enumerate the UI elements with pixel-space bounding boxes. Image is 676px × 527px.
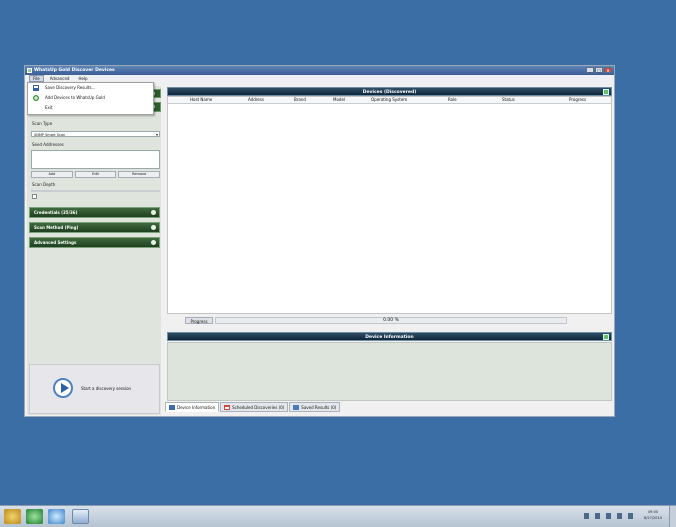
column-host-name[interactable]: Host Name [190,97,212,103]
devices-column-header: Host Name Address Brand Model Operating … [168,97,611,104]
play-icon[interactable] [53,378,73,398]
right-panel: Devices (Discovered) Host Name Address B… [165,86,614,415]
scan-depth-label: Scan Depth [32,182,56,187]
window-title: WhatsUp Gold Discover Devices [34,68,115,73]
menu-advanced[interactable]: Advanced [47,75,73,82]
left-panel: Scan Type SNMP Smart Scan ▾ Seed Address… [27,86,161,415]
plus-icon[interactable] [603,334,609,340]
tray-volume-icon[interactable] [617,513,622,519]
seed-buttons: Add Edit Remove [31,171,161,178]
add-icon [33,95,39,101]
progress-label: Progress [185,317,213,324]
title-bar: WhatsUp Gold Discover Devices _ □ × [25,66,614,75]
tray-flag-icon[interactable] [595,513,600,519]
progress-text: 0.00 % [383,318,399,323]
tray-network-icon[interactable] [606,513,611,519]
column-role[interactable]: Role [448,97,457,103]
save-icon [33,85,39,91]
section-credentials[interactable]: Credentials (35/36) [29,207,160,218]
start-discovery-label: Start a discovery session [81,386,132,391]
tab-scheduled-discoveries[interactable]: Scheduled Discoveries (0) [220,402,289,412]
whatsup-gold-icon[interactable] [26,509,43,524]
maximize-button[interactable]: □ [595,67,603,73]
device-info-area [167,342,612,401]
clock[interactable]: 09:00 8/27/2010 [640,509,666,521]
calendar-icon [224,405,231,410]
bottom-tabs: Device Information Scheduled Discoveries… [165,402,341,414]
device-info-header: Device Information [167,332,612,341]
section-advanced-settings[interactable]: Advanced Settings [29,237,160,248]
tab-device-information[interactable]: Device Information [165,402,220,412]
seed-addresses-input[interactable] [31,150,160,169]
plus-icon[interactable] [603,89,609,95]
info-icon [169,405,175,410]
tray-power-icon[interactable] [628,513,633,519]
column-model[interactable]: Model [333,97,345,103]
menu-item-exit[interactable]: Exit [28,103,153,113]
app-icon [27,68,32,73]
taskbar: 09:00 8/27/2010 [0,505,676,527]
chevron-down-icon: ▾ [155,132,158,137]
expand-icon [151,240,156,245]
edit-button[interactable]: Edit [74,171,117,178]
start-discovery-box[interactable]: Start a discovery session [29,364,160,414]
scan-type-label: Scan Type [32,121,53,126]
clock-date: 8/27/2010 [644,516,662,520]
show-desktop-button[interactable] [669,506,676,527]
menu-item-save-results[interactable]: Save Discovery Results... [28,83,153,93]
start-button-icon[interactable] [4,509,21,524]
file-menu-dropdown: Save Discovery Results... Add Devices to… [27,82,154,115]
scan-depth-checkbox[interactable] [32,194,37,199]
window-controls: _ □ × [586,67,612,73]
close-button[interactable]: × [604,67,612,73]
menu-help[interactable]: Help [75,75,90,82]
tab-saved-results[interactable]: Saved Results (0) [289,402,341,412]
menu-file[interactable]: File [29,75,44,82]
remove-button[interactable]: Remove [118,171,161,178]
menu-item-add-devices[interactable]: Add Devices to WhatsUp Gold [28,93,153,103]
column-address[interactable]: Address [248,97,264,103]
expand-icon [151,225,156,230]
progress-row: Progress 0.00 % [167,316,612,325]
tray-keyboard-icon[interactable] [584,513,589,519]
column-progress[interactable]: Progress [569,97,586,103]
folder-icon [293,405,300,410]
scan-type-select[interactable]: SNMP Smart Scan ▾ [31,131,160,137]
browser-icon[interactable] [48,509,65,524]
progress-bar: 0.00 % [215,317,567,324]
device-info-title: Device Information [365,335,414,340]
main-window: WhatsUp Gold Discover Devices _ □ × File… [24,65,615,417]
minimize-button[interactable]: _ [586,67,594,73]
discover-devices-task-icon[interactable] [72,509,89,524]
column-brand[interactable]: Brand [294,97,306,103]
devices-title: Devices (Discovered) [362,90,417,95]
devices-grid[interactable]: Host Name Address Brand Model Operating … [167,96,612,314]
seed-addresses-label: Seed Addresses [32,142,64,147]
scan-depth-slider[interactable] [31,190,160,192]
column-status[interactable]: Status [502,97,515,103]
devices-header: Devices (Discovered) [167,87,612,96]
column-operating-system[interactable]: Operating System [371,97,407,103]
expand-icon [151,210,156,215]
menu-bar: File Advanced Help [25,75,614,82]
section-scan-method[interactable]: Scan Method (Ping) [29,222,160,233]
add-button[interactable]: Add [31,171,73,178]
